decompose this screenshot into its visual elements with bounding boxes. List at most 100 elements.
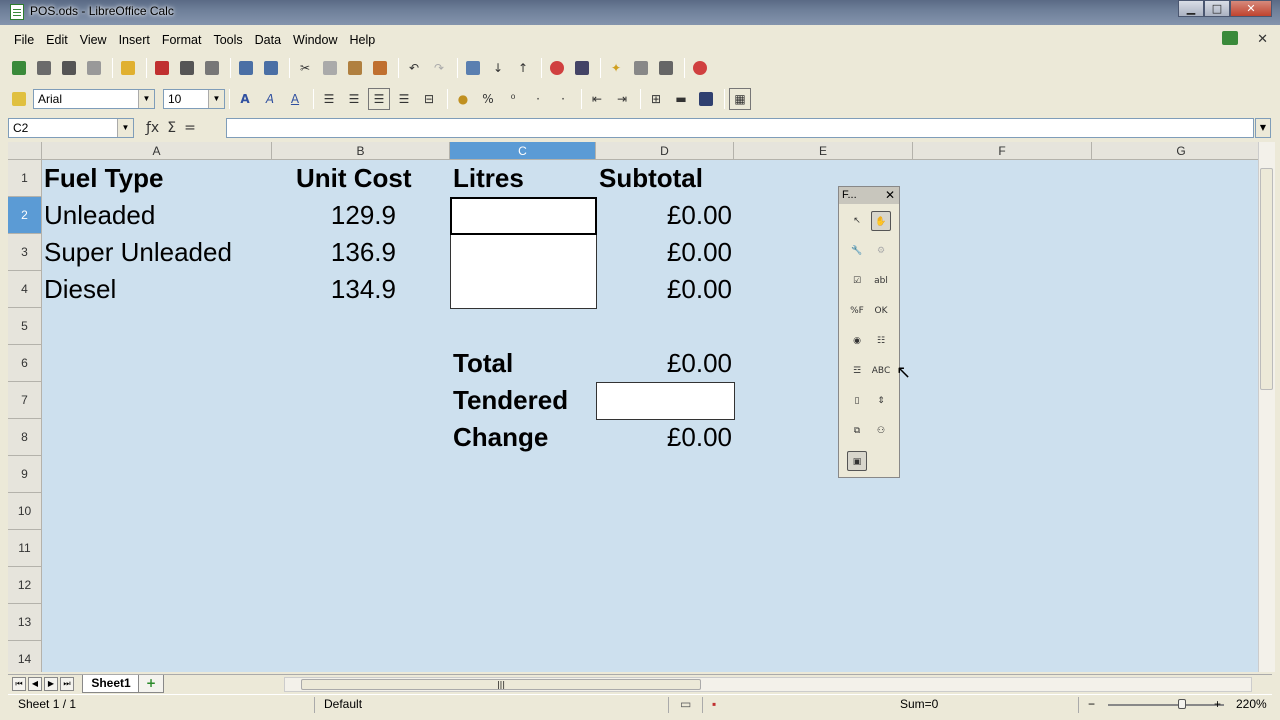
print-icon[interactable] [176, 57, 198, 79]
change-label[interactable]: Change [453, 419, 548, 456]
align-center-icon[interactable]: ☰ [343, 88, 365, 110]
row-header[interactable]: 3 [8, 234, 42, 271]
border-style-icon[interactable]: ▬ [670, 88, 692, 110]
number-format-icon[interactable]: ⁰ [502, 88, 524, 110]
row-header[interactable]: 4 [8, 271, 42, 308]
column-header[interactable]: C [450, 142, 596, 160]
navigator-icon[interactable]: ✦ [605, 57, 627, 79]
zoom-level[interactable]: 220% [1236, 697, 1267, 711]
more-controls-icon[interactable]: ⧉ [847, 421, 867, 441]
checkbox-control-icon[interactable]: ☑ [847, 271, 867, 291]
row-header[interactable]: 5 [8, 308, 42, 345]
new-document-icon[interactable] [8, 57, 30, 79]
bold-icon[interactable]: A [234, 88, 256, 110]
function-icon[interactable]: = [184, 120, 196, 136]
row-header[interactable]: 11 [8, 530, 42, 567]
copy-icon[interactable] [319, 57, 341, 79]
update-icon[interactable] [1222, 31, 1238, 45]
label-field-icon[interactable]: ABC [871, 361, 891, 381]
zoom-out-icon[interactable]: − [1088, 697, 1095, 711]
next-sheet-icon[interactable]: ▶ [44, 677, 58, 691]
paste-icon[interactable] [344, 57, 366, 79]
row-header[interactable]: 1 [8, 160, 42, 197]
currency-format-icon[interactable]: ● [452, 88, 474, 110]
decrease-indent-icon[interactable]: ⇤ [586, 88, 608, 110]
change-value[interactable]: £0.00 [596, 419, 732, 456]
column-header[interactable]: B [272, 142, 450, 160]
control-properties-icon[interactable]: 🔧 [847, 241, 867, 261]
fuel-name[interactable]: Super Unleaded [44, 234, 232, 271]
function-wizard-icon[interactable]: ƒx [146, 120, 159, 136]
row-header[interactable]: 14 [8, 641, 42, 672]
font-size-combo[interactable]: 10 ▼ [163, 89, 225, 109]
redo-icon[interactable]: ↷ [428, 57, 450, 79]
toggle-grid-icon[interactable]: ▦ [729, 88, 751, 110]
first-sheet-icon[interactable]: ⏮ [12, 677, 26, 691]
row-header[interactable]: 8 [8, 419, 42, 456]
wizards-icon[interactable]: ▣ [847, 451, 867, 471]
menu-insert[interactable]: Insert [113, 33, 156, 47]
header-litres[interactable]: Litres [453, 160, 524, 197]
unit-cost[interactable]: 129.9 [272, 197, 396, 234]
row-header[interactable]: 9 [8, 456, 42, 493]
combo-box-icon[interactable]: ☲ [847, 361, 867, 381]
menu-data[interactable]: Data [249, 33, 287, 47]
minimize-button[interactable]: ▁ [1178, 0, 1204, 17]
align-right-icon[interactable]: ☰ [368, 88, 390, 110]
option-button-icon[interactable]: ◉ [847, 331, 867, 351]
undo-icon[interactable]: ↶ [403, 57, 425, 79]
name-box[interactable]: C2 ▼ [8, 118, 134, 138]
horizontal-scrollbar[interactable]: ||| [284, 677, 1252, 692]
select-pointer-icon[interactable]: ↖ [847, 211, 867, 231]
align-left-icon[interactable]: ☰ [318, 88, 340, 110]
close-icon[interactable]: ✕ [885, 187, 895, 204]
sort-ascending-icon[interactable]: ↓ [487, 57, 509, 79]
prev-sheet-icon[interactable]: ◀ [28, 677, 42, 691]
menu-view[interactable]: View [74, 33, 113, 47]
cut-icon[interactable]: ✂ [294, 57, 316, 79]
text-box-control-icon[interactable]: abl [871, 271, 891, 291]
select-all-corner[interactable] [8, 142, 42, 160]
underline-icon[interactable]: A [284, 88, 306, 110]
save-icon[interactable] [58, 57, 80, 79]
menu-format[interactable]: Format [156, 33, 208, 47]
help-icon[interactable] [689, 57, 711, 79]
close-window-button[interactable]: ✕ [1230, 0, 1272, 17]
page-style[interactable]: Default [324, 697, 362, 711]
pivot-table-icon[interactable] [571, 57, 593, 79]
subtotal-value[interactable]: £0.00 [596, 234, 732, 271]
total-label[interactable]: Total [453, 345, 513, 382]
add-sheet-icon[interactable]: + [138, 675, 164, 693]
spellcheck-icon[interactable] [235, 57, 257, 79]
chevron-down-icon[interactable]: ▼ [138, 90, 154, 108]
tendered-label[interactable]: Tendered [453, 382, 568, 419]
column-header[interactable]: D [596, 142, 734, 160]
menu-file[interactable]: File [8, 33, 40, 47]
fuel-name[interactable]: Unleaded [44, 197, 155, 234]
font-name-combo[interactable]: Arial ▼ [33, 89, 155, 109]
menu-window[interactable]: Window [287, 33, 343, 47]
list-box-icon[interactable]: ☷ [871, 331, 891, 351]
active-cell-c2[interactable] [450, 197, 597, 235]
percent-format-icon[interactable]: % [477, 88, 499, 110]
horizontal-scroll-thumb[interactable]: ||| [301, 679, 701, 690]
add-decimal-icon[interactable]: · [527, 88, 549, 110]
column-header[interactable]: E [734, 142, 913, 160]
spreadsheet-grid[interactable]: A B C D E F G 1 2 3 4 5 6 7 8 9 10 11 12… [8, 142, 1258, 672]
total-value[interactable]: £0.00 [596, 345, 732, 382]
export-pdf-icon[interactable] [151, 57, 173, 79]
maximize-button[interactable]: □ [1204, 0, 1230, 17]
push-button-icon[interactable]: OK [871, 301, 891, 321]
merge-cells-icon[interactable]: ⊟ [418, 88, 440, 110]
row-header[interactable]: 6 [8, 345, 42, 382]
chart-icon[interactable] [546, 57, 568, 79]
justify-icon[interactable]: ☰ [393, 88, 415, 110]
email-icon[interactable] [83, 57, 105, 79]
close-document-icon[interactable]: ✕ [1257, 32, 1268, 47]
chevron-down-icon[interactable]: ▼ [117, 119, 133, 137]
clone-formatting-icon[interactable] [369, 57, 391, 79]
zoom-in-icon[interactable]: + [1214, 697, 1221, 711]
hyperlink-icon[interactable] [462, 57, 484, 79]
background-color-icon[interactable] [695, 88, 717, 110]
data-sources-icon[interactable] [655, 57, 677, 79]
